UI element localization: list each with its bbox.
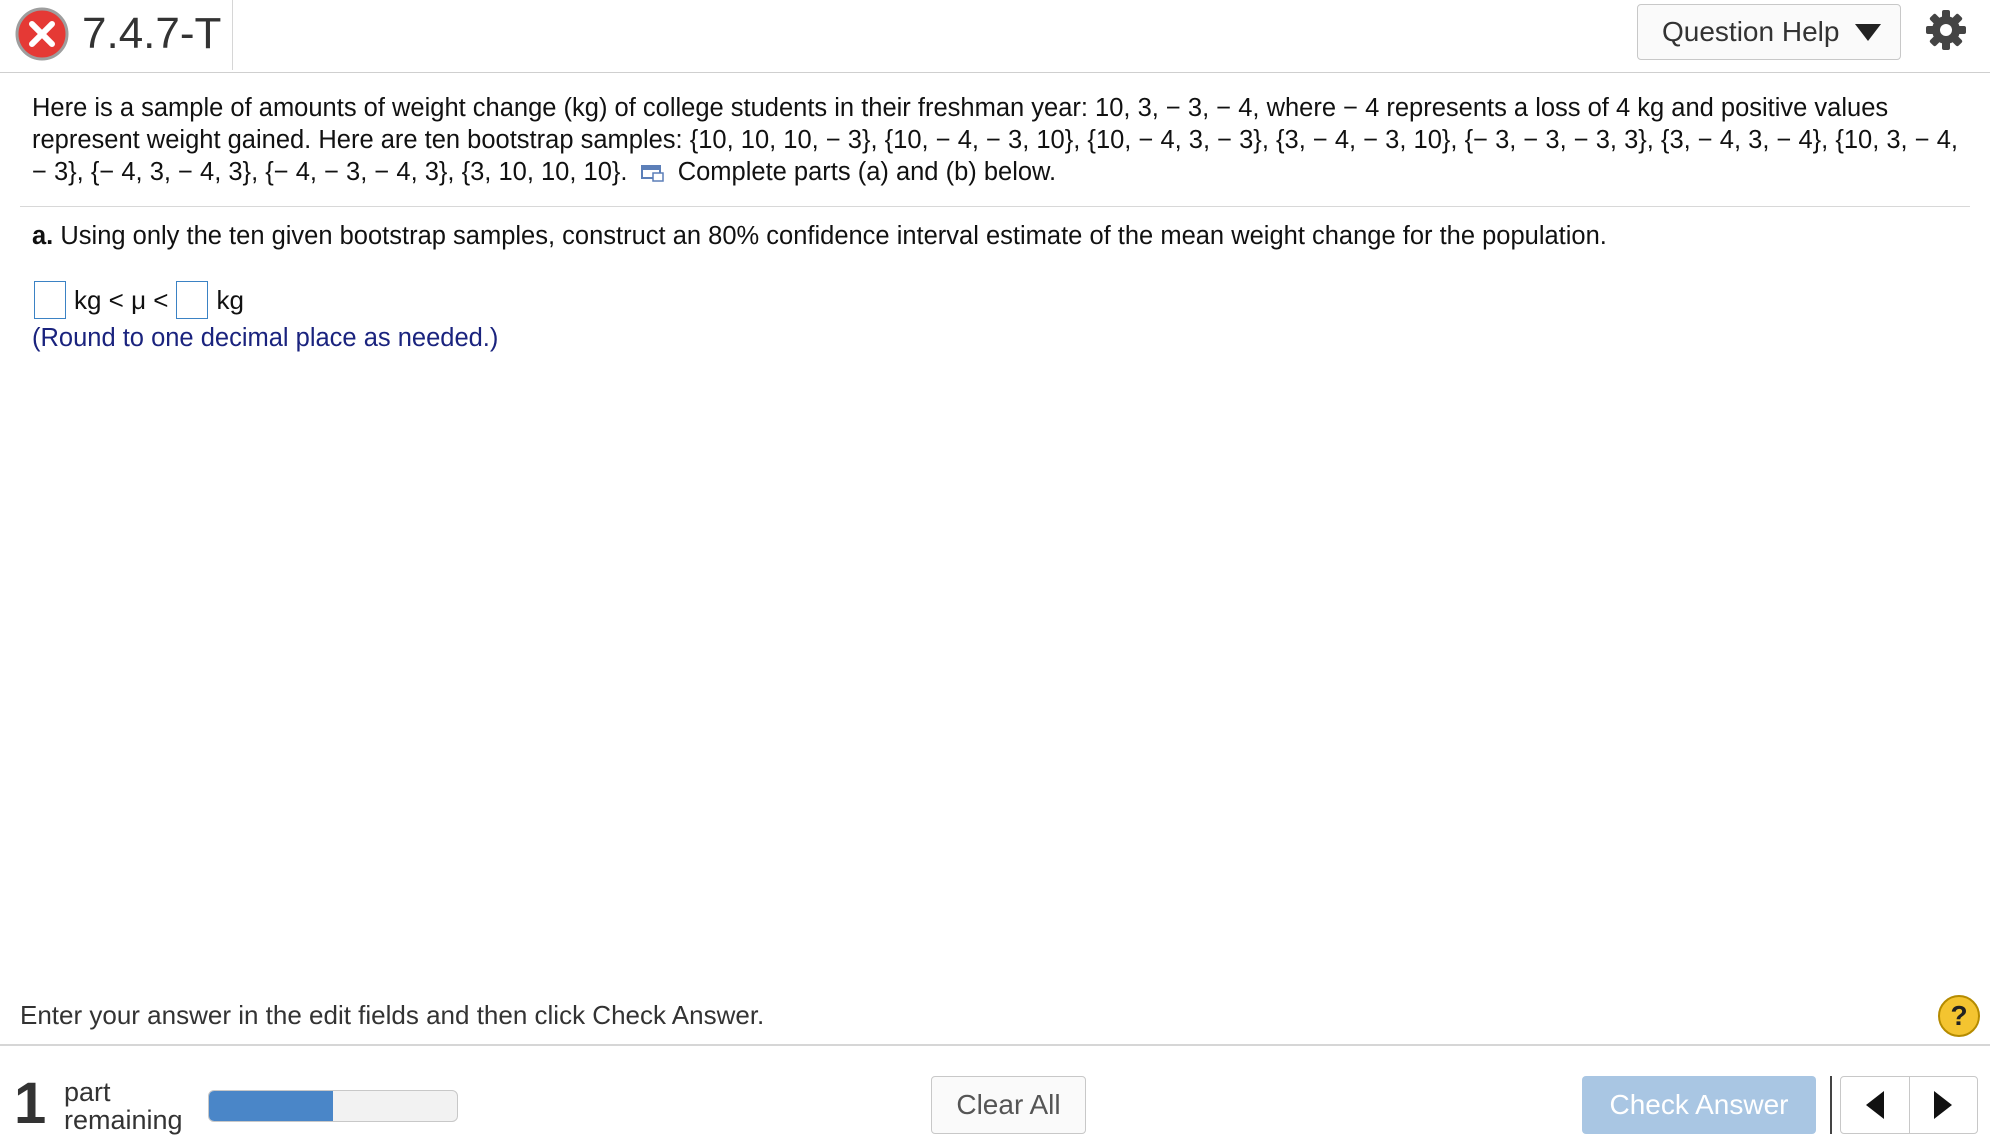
problem-instruction: Complete parts (a) and (b) below. [677,158,1057,186]
clear-all-button[interactable]: Clear All [931,1076,1086,1134]
progress-bar [208,1090,458,1122]
parts-remaining-line1: part [64,1077,111,1107]
question-id: 7.4.7-T [82,9,222,58]
part-a-prompt: a. Using only the ten given bootstrap sa… [32,220,1607,252]
gear-icon[interactable] [1924,8,1968,52]
help-icon[interactable]: ? [1938,995,1980,1037]
question-nav [1840,1076,1978,1134]
arrow-right-icon [1934,1091,1953,1119]
question-header: 7.4.7-T Question Help [0,0,1990,73]
question-help-label: Question Help [1662,16,1840,47]
answer-row: kg < μ < kg [34,280,252,320]
inequality-text: kg < μ < [74,284,169,315]
data-table-icon[interactable] [640,164,665,183]
footer-divider [0,1044,1990,1046]
question-help-button[interactable]: Question Help [1637,4,1901,60]
next-button[interactable] [1908,1077,1978,1133]
part-a-text: Using only the ten given bootstrap sampl… [60,222,1607,250]
x-circle-icon [15,7,69,61]
problem-statement: Here is a sample of amounts of weight ch… [32,92,1962,188]
footer-instruction: Enter your answer in the edit fields and… [20,1000,765,1030]
upper-bound-input[interactable] [176,281,209,319]
nav-divider [1830,1076,1832,1134]
lower-bound-input[interactable] [34,281,66,319]
part-a-label: a. [32,222,54,250]
header-divider [232,0,233,70]
chevron-down-icon [1855,23,1882,41]
section-divider [20,206,1970,207]
progress-fill [209,1091,333,1121]
parts-remaining-count: 1 [14,1071,47,1136]
previous-button[interactable] [1841,1077,1909,1133]
check-answer-button[interactable]: Check Answer [1582,1076,1816,1134]
parts-remaining-label: part remaining [64,1078,183,1134]
unit-label: kg [216,284,244,315]
parts-remaining-line2: remaining [64,1105,183,1135]
arrow-left-icon [1865,1091,1884,1119]
rounding-hint: (Round to one decimal place as needed.) [32,324,499,352]
